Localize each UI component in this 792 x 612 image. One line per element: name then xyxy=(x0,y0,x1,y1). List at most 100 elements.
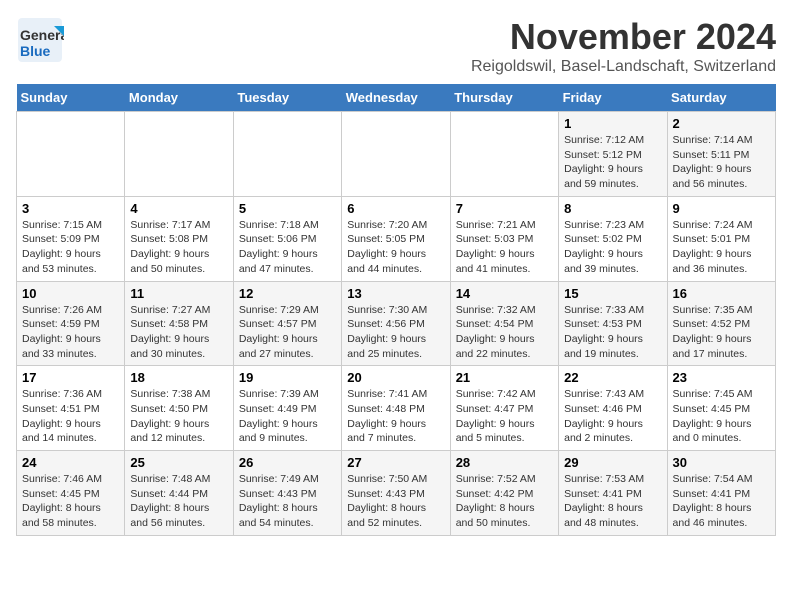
day-number: 12 xyxy=(239,286,336,301)
calendar-cell: 30 Sunrise: 7:54 AM Sunset: 4:41 PM Dayli… xyxy=(667,451,775,536)
calendar-week-5: 24 Sunrise: 7:46 AM Sunset: 4:45 PM Dayli… xyxy=(17,451,776,536)
calendar-cell: 18 Sunrise: 7:38 AM Sunset: 4:50 PM Dayli… xyxy=(125,366,233,451)
day-number: 30 xyxy=(673,455,770,470)
calendar-cell: 9 Sunrise: 7:24 AM Sunset: 5:01 PM Daylig… xyxy=(667,196,775,281)
day-number: 21 xyxy=(456,370,553,385)
subtitle: Reigoldswil, Basel-Landschaft, Switzerla… xyxy=(471,58,776,76)
day-info: Sunrise: 7:26 AM Sunset: 4:59 PM Dayligh… xyxy=(22,303,119,362)
header-thursday: Thursday xyxy=(450,84,558,112)
header-wednesday: Wednesday xyxy=(342,84,450,112)
day-info: Sunrise: 7:38 AM Sunset: 4:50 PM Dayligh… xyxy=(130,387,227,446)
day-info: Sunrise: 7:29 AM Sunset: 4:57 PM Dayligh… xyxy=(239,303,336,362)
calendar-cell: 5 Sunrise: 7:18 AM Sunset: 5:06 PM Daylig… xyxy=(233,196,341,281)
header-friday: Friday xyxy=(559,84,667,112)
calendar-cell: 27Sunrise: 7:50 AM Sunset: 4:43 PM Dayli… xyxy=(342,451,450,536)
calendar-cell: 26Sunrise: 7:49 AM Sunset: 4:43 PM Dayli… xyxy=(233,451,341,536)
calendar-week-2: 3 Sunrise: 7:15 AM Sunset: 5:09 PM Daylig… xyxy=(17,196,776,281)
calendar-cell: 13 Sunrise: 7:30 AM Sunset: 4:56 PM Dayli… xyxy=(342,281,450,366)
header-sunday: Sunday xyxy=(17,84,125,112)
day-number: 8 xyxy=(564,201,661,216)
day-info: Sunrise: 7:18 AM Sunset: 5:06 PM Dayligh… xyxy=(239,218,336,277)
logo: General Blue xyxy=(16,16,64,64)
logo-icon: General Blue xyxy=(16,16,64,64)
calendar-cell xyxy=(450,112,558,197)
calendar-cell: 7 Sunrise: 7:21 AM Sunset: 5:03 PM Daylig… xyxy=(450,196,558,281)
day-info: Sunrise: 7:50 AM Sunset: 4:43 PM Dayligh… xyxy=(347,472,444,531)
calendar-cell: 11 Sunrise: 7:27 AM Sunset: 4:58 PM Dayli… xyxy=(125,281,233,366)
calendar-cell: 15Sunrise: 7:33 AM Sunset: 4:53 PM Dayli… xyxy=(559,281,667,366)
svg-text:Blue: Blue xyxy=(20,43,51,59)
calendar-week-4: 17 Sunrise: 7:36 AM Sunset: 4:51 PM Dayli… xyxy=(17,366,776,451)
calendar-cell: 14Sunrise: 7:32 AM Sunset: 4:54 PM Dayli… xyxy=(450,281,558,366)
header-tuesday: Tuesday xyxy=(233,84,341,112)
day-number: 22 xyxy=(564,370,661,385)
day-number: 3 xyxy=(22,201,119,216)
day-info: Sunrise: 7:46 AM Sunset: 4:45 PM Dayligh… xyxy=(22,472,119,531)
calendar-cell: 19Sunrise: 7:39 AM Sunset: 4:49 PM Dayli… xyxy=(233,366,341,451)
calendar-cell: 3 Sunrise: 7:15 AM Sunset: 5:09 PM Daylig… xyxy=(17,196,125,281)
day-number: 13 xyxy=(347,286,444,301)
page-header: General Blue November 2024 Reigoldswil, … xyxy=(16,16,776,76)
day-info: Sunrise: 7:43 AM Sunset: 4:46 PM Dayligh… xyxy=(564,387,661,446)
day-number: 1 xyxy=(564,116,661,131)
day-info: Sunrise: 7:35 AM Sunset: 4:52 PM Dayligh… xyxy=(673,303,770,362)
main-title: November 2024 xyxy=(471,16,776,58)
day-info: Sunrise: 7:45 AM Sunset: 4:45 PM Dayligh… xyxy=(673,387,770,446)
day-info: Sunrise: 7:36 AM Sunset: 4:51 PM Dayligh… xyxy=(22,387,119,446)
calendar-cell: 25 Sunrise: 7:48 AM Sunset: 4:44 PM Dayli… xyxy=(125,451,233,536)
day-number: 9 xyxy=(673,201,770,216)
day-number: 25 xyxy=(130,455,227,470)
day-info: Sunrise: 7:12 AM Sunset: 5:12 PM Dayligh… xyxy=(564,133,661,192)
calendar-cell: 2Sunrise: 7:14 AM Sunset: 5:11 PM Daylig… xyxy=(667,112,775,197)
day-info: Sunrise: 7:27 AM Sunset: 4:58 PM Dayligh… xyxy=(130,303,227,362)
calendar-header-row: SundayMondayTuesdayWednesdayThursdayFrid… xyxy=(17,84,776,112)
title-section: November 2024 Reigoldswil, Basel-Landsch… xyxy=(471,16,776,76)
day-info: Sunrise: 7:52 AM Sunset: 4:42 PM Dayligh… xyxy=(456,472,553,531)
calendar-cell: 6Sunrise: 7:20 AM Sunset: 5:05 PM Daylig… xyxy=(342,196,450,281)
day-info: Sunrise: 7:48 AM Sunset: 4:44 PM Dayligh… xyxy=(130,472,227,531)
day-number: 5 xyxy=(239,201,336,216)
day-number: 14 xyxy=(456,286,553,301)
calendar-cell: 1 Sunrise: 7:12 AM Sunset: 5:12 PM Daylig… xyxy=(559,112,667,197)
calendar-cell: 8 Sunrise: 7:23 AM Sunset: 5:02 PM Daylig… xyxy=(559,196,667,281)
day-number: 11 xyxy=(130,286,227,301)
day-info: Sunrise: 7:30 AM Sunset: 4:56 PM Dayligh… xyxy=(347,303,444,362)
calendar-week-1: 1 Sunrise: 7:12 AM Sunset: 5:12 PM Daylig… xyxy=(17,112,776,197)
calendar-cell: 12 Sunrise: 7:29 AM Sunset: 4:57 PM Dayli… xyxy=(233,281,341,366)
day-info: Sunrise: 7:53 AM Sunset: 4:41 PM Dayligh… xyxy=(564,472,661,531)
day-number: 29 xyxy=(564,455,661,470)
day-number: 18 xyxy=(130,370,227,385)
day-info: Sunrise: 7:23 AM Sunset: 5:02 PM Dayligh… xyxy=(564,218,661,277)
day-number: 20 xyxy=(347,370,444,385)
day-number: 4 xyxy=(130,201,227,216)
day-number: 19 xyxy=(239,370,336,385)
day-number: 24 xyxy=(22,455,119,470)
calendar-cell: 16Sunrise: 7:35 AM Sunset: 4:52 PM Dayli… xyxy=(667,281,775,366)
day-number: 10 xyxy=(22,286,119,301)
day-number: 2 xyxy=(673,116,770,131)
calendar-week-3: 10 Sunrise: 7:26 AM Sunset: 4:59 PM Dayli… xyxy=(17,281,776,366)
calendar-cell xyxy=(233,112,341,197)
day-info: Sunrise: 7:15 AM Sunset: 5:09 PM Dayligh… xyxy=(22,218,119,277)
day-number: 15 xyxy=(564,286,661,301)
day-number: 23 xyxy=(673,370,770,385)
day-info: Sunrise: 7:21 AM Sunset: 5:03 PM Dayligh… xyxy=(456,218,553,277)
calendar-cell: 29 Sunrise: 7:53 AM Sunset: 4:41 PM Dayli… xyxy=(559,451,667,536)
calendar-cell: 17 Sunrise: 7:36 AM Sunset: 4:51 PM Dayli… xyxy=(17,366,125,451)
day-info: Sunrise: 7:24 AM Sunset: 5:01 PM Dayligh… xyxy=(673,218,770,277)
calendar-cell xyxy=(125,112,233,197)
day-number: 28 xyxy=(456,455,553,470)
day-info: Sunrise: 7:17 AM Sunset: 5:08 PM Dayligh… xyxy=(130,218,227,277)
header-saturday: Saturday xyxy=(667,84,775,112)
calendar-cell: 23 Sunrise: 7:45 AM Sunset: 4:45 PM Dayli… xyxy=(667,366,775,451)
day-number: 6 xyxy=(347,201,444,216)
calendar-cell: 22 Sunrise: 7:43 AM Sunset: 4:46 PM Dayli… xyxy=(559,366,667,451)
calendar-cell: 4 Sunrise: 7:17 AM Sunset: 5:08 PM Daylig… xyxy=(125,196,233,281)
day-number: 7 xyxy=(456,201,553,216)
day-info: Sunrise: 7:41 AM Sunset: 4:48 PM Dayligh… xyxy=(347,387,444,446)
day-number: 17 xyxy=(22,370,119,385)
calendar-cell xyxy=(342,112,450,197)
calendar-cell: 24 Sunrise: 7:46 AM Sunset: 4:45 PM Dayli… xyxy=(17,451,125,536)
header-monday: Monday xyxy=(125,84,233,112)
day-info: Sunrise: 7:54 AM Sunset: 4:41 PM Dayligh… xyxy=(673,472,770,531)
